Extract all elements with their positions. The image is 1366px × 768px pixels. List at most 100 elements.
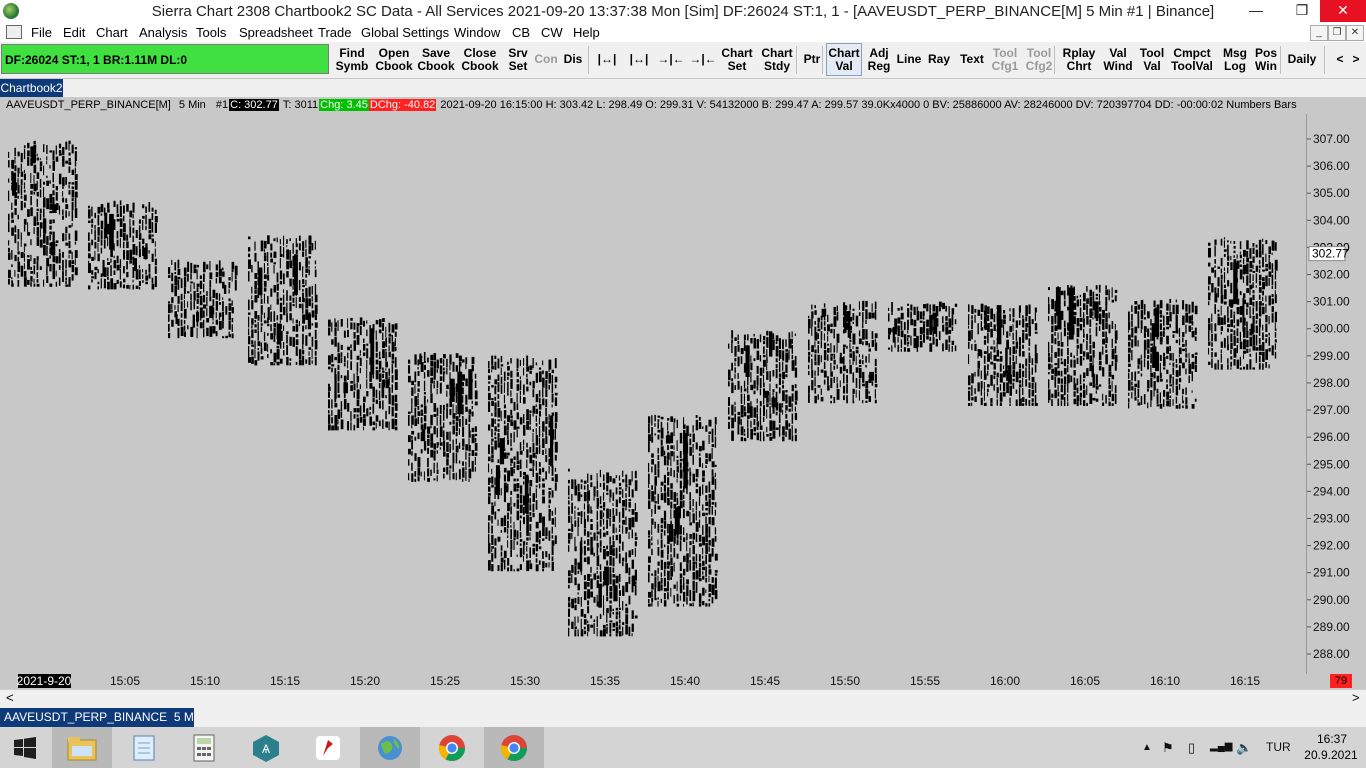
taskbar-file-explorer[interactable]: [52, 727, 112, 768]
tool-config2-button[interactable]: Tool Cfg2: [1022, 43, 1056, 76]
numbers-bar[interactable]: [8, 140, 78, 287]
tray-clock-date[interactable]: 20.9.2021: [1298, 748, 1364, 762]
time-tick-label: 15:55: [910, 674, 940, 688]
replay-chart-button[interactable]: Rplay Chrt: [1058, 43, 1100, 76]
close-chartbook-button[interactable]: Close Cbook: [460, 43, 500, 76]
save-chartbook-button[interactable]: Save Cbook: [416, 43, 456, 76]
chart-values-button[interactable]: Chart Val: [826, 43, 862, 76]
time-tick-label: 16:00: [990, 674, 1020, 688]
chart-studies-button[interactable]: Chart Stdy: [758, 43, 796, 76]
numbers-bar[interactable]: [168, 259, 238, 339]
taskbar-sierra-chart[interactable]: [360, 727, 420, 768]
minimize-button[interactable]: —: [1236, 0, 1276, 22]
numbers-bar[interactable]: [488, 355, 558, 572]
scroll-left-arrow[interactable]: <: [6, 690, 14, 705]
numbers-bar[interactable]: [808, 300, 878, 404]
numbers-bar[interactable]: [728, 330, 798, 442]
compress-bars-button[interactable]: →|←: [656, 43, 686, 76]
tray-show-hidden-icon[interactable]: ▲: [1142, 742, 1152, 753]
time-tick-label: 15:10: [190, 674, 220, 688]
numbers-bar[interactable]: [248, 235, 318, 366]
tool-values-button[interactable]: Tool Val: [1138, 43, 1166, 76]
taskbar-notepad[interactable]: [114, 727, 174, 768]
chart-tab-active[interactable]: AAVEUSDT_PERP_BINANCE 5 Min #1: [0, 708, 227, 727]
values-window-button[interactable]: Val Wind: [1100, 43, 1136, 76]
text-tool-button[interactable]: Text: [956, 43, 988, 76]
close-button[interactable]: ✕: [1320, 0, 1366, 22]
numbers-bar[interactable]: [568, 468, 638, 637]
positions-window-button[interactable]: Pos Win: [1252, 43, 1280, 76]
time-tick-label: 16:05: [1070, 674, 1100, 688]
pointer-tool-button[interactable]: Ptr: [800, 43, 824, 76]
numbers-bar[interactable]: [1128, 298, 1198, 409]
menu-file[interactable]: File: [31, 25, 52, 40]
menu-global-settings[interactable]: Global Settings: [361, 25, 449, 40]
numbers-bar[interactable]: [1048, 284, 1118, 406]
adjust-region-button[interactable]: Adj Reg: [864, 43, 894, 76]
taskbar-trading-app[interactable]: Ѧ: [236, 727, 296, 768]
connect-button[interactable]: Con: [534, 43, 558, 76]
chartbook-tab[interactable]: Chartbook2: [0, 79, 63, 97]
toolbar-scroll-left-button[interactable]: <: [1330, 43, 1350, 76]
time-axis[interactable]: 2021-9-20 15:05 15:10 15:15 15:20 15:25 15:30 1…: [0, 673, 1306, 689]
maximize-button[interactable]: ❐: [1282, 0, 1322, 22]
price-plot[interactable]: [0, 114, 1306, 669]
open-chartbook-button[interactable]: Open Cbook: [372, 43, 416, 76]
folder-icon: [67, 736, 97, 760]
tray-flag-icon[interactable]: ⚑: [1162, 740, 1174, 756]
chart-tab-strip: [194, 708, 1366, 727]
numbers-bar[interactable]: [408, 352, 478, 482]
expand-bars-button[interactable]: →|←: [688, 43, 718, 76]
numbers-bar[interactable]: [648, 414, 718, 607]
numbers-bar[interactable]: [88, 200, 158, 290]
line-tool-button[interactable]: Line: [894, 43, 924, 76]
menu-spreadsheet[interactable]: Spreadsheet: [239, 25, 313, 40]
chart-settings-button[interactable]: Chart Set: [718, 43, 756, 76]
tray-signal-icon[interactable]: ▂▄▆: [1210, 741, 1232, 752]
tool-config1-button[interactable]: Tool Cfg1: [988, 43, 1022, 76]
horizontal-scrollbar[interactable]: < >: [0, 689, 1366, 706]
menu-cw[interactable]: CW: [541, 25, 563, 40]
numbers-bar[interactable]: [968, 303, 1038, 406]
menu-edit[interactable]: Edit: [63, 25, 85, 40]
corner-value-box: 79: [1330, 674, 1352, 688]
start-button[interactable]: [0, 727, 50, 768]
numbers-bar[interactable]: [328, 317, 398, 431]
taskbar-chrome-2[interactable]: [484, 727, 544, 768]
price-tick-label: 295.00: [1313, 457, 1350, 471]
menu-trade[interactable]: Trade: [318, 25, 351, 40]
menu-analysis[interactable]: Analysis: [139, 25, 187, 40]
taskbar-broker-app[interactable]: [298, 727, 358, 768]
zoom-out-horizontal-button[interactable]: |↔|: [624, 43, 654, 76]
menu-cb[interactable]: CB: [512, 25, 530, 40]
tray-battery-icon[interactable]: ▯: [1188, 740, 1195, 756]
chartbook-tab-strip: [63, 79, 1366, 97]
tray-volume-icon[interactable]: 🔈: [1236, 740, 1252, 756]
ray-tool-button[interactable]: Ray: [924, 43, 954, 76]
menu-help[interactable]: Help: [573, 25, 600, 40]
scroll-right-arrow[interactable]: >: [1352, 690, 1360, 705]
numbers-bar[interactable]: [888, 301, 958, 352]
taskbar-calculator[interactable]: [174, 727, 234, 768]
menu-tools[interactable]: Tools: [196, 25, 226, 40]
price-axis[interactable]: 307.00306.00305.00304.00303.00302.00301.…: [1306, 114, 1366, 674]
toolbar-scroll-right-button[interactable]: >: [1348, 43, 1364, 76]
menu-window[interactable]: Window: [454, 25, 500, 40]
windows-taskbar: Ѧ ▲ ⚑ ▯ ▂▄▆ 🔈 TUR 16:37 20.9.2021: [0, 727, 1366, 768]
tray-language[interactable]: TUR: [1266, 740, 1291, 754]
disconnect-button[interactable]: Dis: [560, 43, 586, 76]
numbers-bar[interactable]: [1208, 237, 1278, 370]
find-symbol-button[interactable]: Find Symb: [336, 43, 369, 76]
mdi-minimize-button[interactable]: _: [1310, 25, 1328, 41]
mdi-close-button[interactable]: ✕: [1346, 25, 1364, 41]
zoom-in-horizontal-button[interactable]: |↔|: [592, 43, 622, 76]
server-settings-button[interactable]: Srv Set: [504, 43, 532, 76]
daily-chart-button[interactable]: Daily: [1284, 43, 1320, 76]
system-menu-icon[interactable]: [6, 25, 22, 39]
compact-tool-values-button[interactable]: Cmpct ToolVal: [1168, 43, 1216, 76]
menu-chart[interactable]: Chart: [96, 25, 128, 40]
tray-clock-time[interactable]: 16:37: [1310, 732, 1354, 746]
mdi-restore-button[interactable]: ❐: [1328, 25, 1346, 41]
taskbar-chrome-1[interactable]: [422, 727, 482, 768]
message-log-button[interactable]: Msg Log: [1220, 43, 1250, 76]
